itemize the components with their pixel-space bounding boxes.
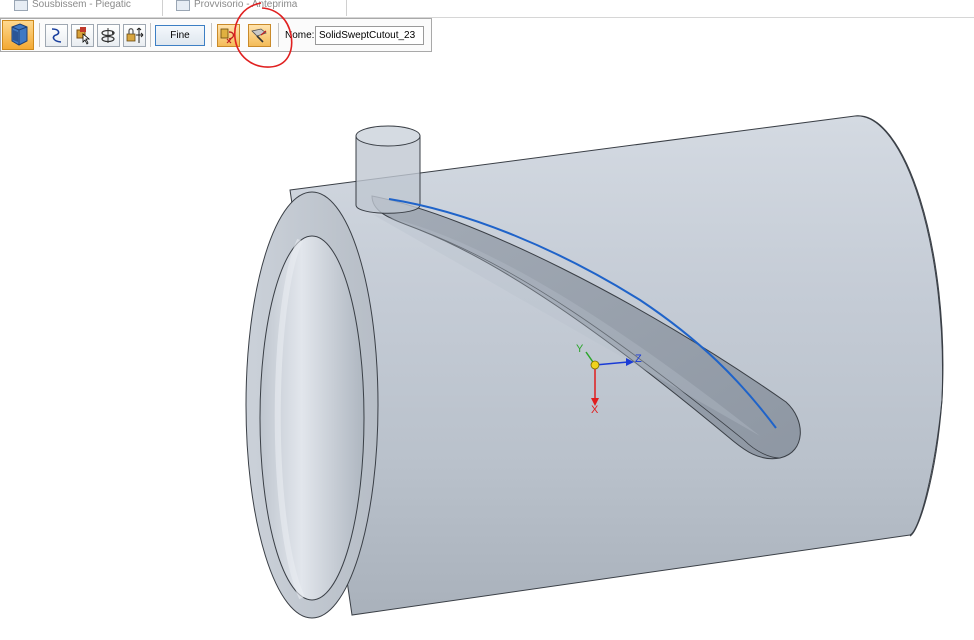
name-label: Nome: (285, 30, 315, 41)
path-step-button[interactable] (45, 24, 68, 47)
profile-cylinder (355, 135, 421, 214)
document-tab-strip: Sousbissem - Piegatic Provvisorio - Ante… (0, 0, 974, 18)
cylinder-model (245, 115, 944, 619)
model-viewport[interactable]: Y Z X (0, 53, 974, 640)
orientation-step-button[interactable] (97, 24, 120, 47)
finish-button[interactable]: Fine (155, 25, 205, 46)
sweep-step-button[interactable] (2, 20, 34, 50)
lock-move-button[interactable] (123, 24, 146, 47)
tab-divider (346, 0, 347, 16)
treatment-follow-icon (251, 28, 267, 43)
triad-y-label: Y (576, 343, 584, 355)
sweep-step-icon (11, 23, 28, 46)
document-tab[interactable]: Provvisorio - Anteprima (176, 0, 326, 16)
document-icon (14, 0, 28, 11)
toolbar-separator (278, 23, 279, 47)
toolbar-separator (39, 23, 40, 47)
document-tab-label: Sousbissem - Piegatic (32, 0, 131, 10)
orientation-icon (101, 28, 115, 43)
document-icon (176, 0, 190, 11)
document-tab-label: Provvisorio - Anteprima (194, 0, 298, 10)
cross-section-step-button[interactable] (71, 24, 94, 47)
tab-divider (162, 0, 163, 16)
treatment-active-icon (220, 28, 235, 44)
toolbar-separator (150, 23, 151, 47)
feature-name-field[interactable] (315, 26, 424, 45)
swept-cutout-command-bar: Fine Nome: (0, 18, 432, 52)
cross-section-icon (76, 27, 91, 45)
document-tab[interactable]: Sousbissem - Piegatic (14, 0, 154, 16)
treatment-button-2[interactable] (248, 24, 271, 47)
path-curve-icon (51, 28, 62, 43)
triad-x-label: X (591, 404, 599, 416)
treatment-button-1[interactable] (217, 24, 240, 47)
toolbar-separator (211, 23, 212, 47)
lock-move-icon (126, 27, 144, 43)
triad-z-label: Z (635, 353, 642, 365)
